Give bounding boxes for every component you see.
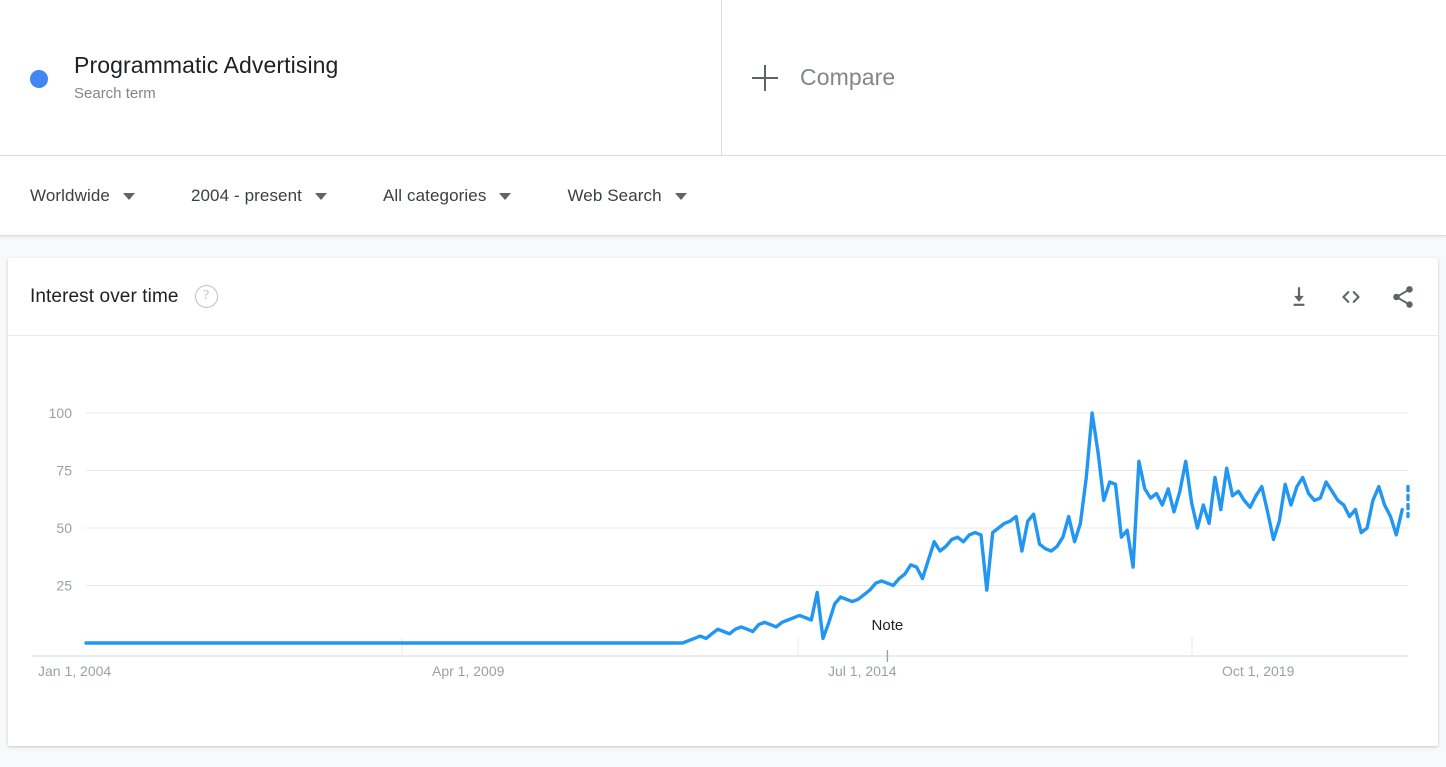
help-icon[interactable]: ?	[194, 285, 218, 308]
compare-button[interactable]: Compare	[722, 0, 1446, 155]
note-annotation-label[interactable]: Note	[872, 617, 904, 634]
interest-over-time-chart[interactable]: 100 75 50 25 Jan 1, 2004 Apr 1, 2009 Jul 1, 20…	[8, 336, 1438, 745]
filter-search-type-label: Web Search	[567, 185, 662, 205]
card-header: Interest over time ?	[8, 258, 1438, 336]
series-color-dot	[30, 69, 48, 88]
search-term-bar: Programmatic Advertising Search term Com…	[0, 0, 1446, 156]
x-axis-tick-label: Oct 1, 2019	[1222, 663, 1295, 679]
compare-label: Compare	[800, 64, 896, 90]
page-body: Interest over time ? 100 75 50 25 Jan 1,…	[0, 236, 1446, 767]
embed-icon[interactable]	[1338, 284, 1364, 310]
filter-time-range[interactable]: 2004 - present	[191, 186, 327, 206]
chevron-down-icon	[499, 193, 512, 200]
chevron-down-icon	[122, 193, 135, 200]
filter-category[interactable]: All categories	[382, 185, 512, 206]
plus-icon	[752, 64, 778, 91]
chart-area[interactable]: 100 75 50 25 Jan 1, 2004 Apr 1, 2009 Jul 1, 20…	[8, 336, 1438, 745]
search-term-label: Programmatic Advertising	[74, 52, 339, 78]
x-axis-tick-label: Jan 1, 2004	[38, 663, 111, 679]
share-icon[interactable]	[1390, 284, 1416, 310]
page-title: Interest over time	[30, 285, 179, 307]
search-term-type: Search term	[74, 85, 156, 102]
search-term-card[interactable]: Programmatic Advertising Search term	[0, 0, 722, 155]
interest-over-time-card: Interest over time ? 100 75 50 25 Jan 1,…	[8, 258, 1438, 746]
y-axis-tick-label: 75	[56, 463, 72, 479]
chevron-down-icon	[314, 193, 327, 200]
filter-location-label: Worldwide	[30, 185, 110, 205]
chevron-down-icon	[674, 193, 687, 200]
y-axis-tick-label: 25	[56, 578, 72, 594]
x-axis-tick-label: Apr 1, 2009	[432, 663, 505, 679]
y-axis-tick-label: 50	[56, 520, 72, 536]
x-axis-tick-label: Jul 1, 2014	[828, 663, 897, 679]
filter-location[interactable]: Worldwide	[30, 186, 135, 206]
filter-search-type[interactable]: Web Search	[567, 185, 687, 206]
filter-time-range-label: 2004 - present	[190, 185, 302, 205]
filter-category-label: All categories	[382, 185, 487, 205]
filter-bar: Worldwide 2004 - present All categories …	[0, 156, 1446, 236]
trend-line-partial-join	[1402, 510, 1408, 517]
download-icon[interactable]	[1286, 284, 1312, 310]
y-axis-tick-label: 100	[49, 405, 73, 421]
